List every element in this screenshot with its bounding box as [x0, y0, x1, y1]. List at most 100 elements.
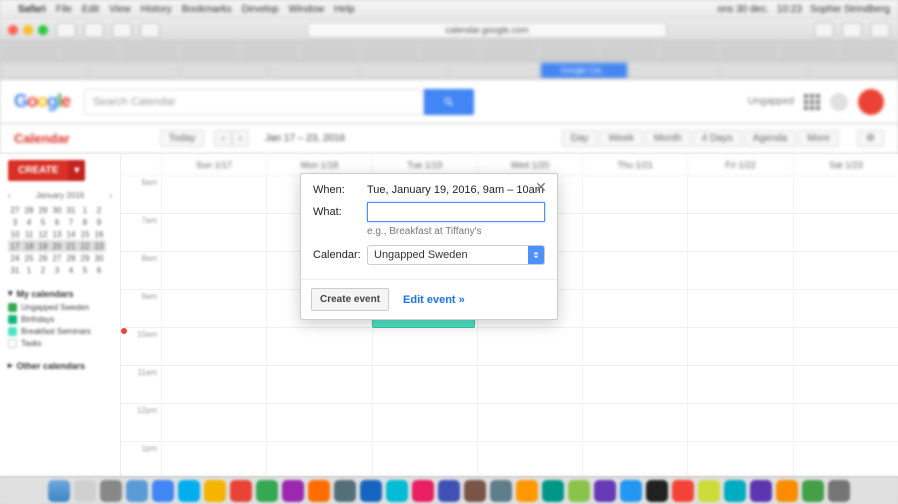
dock-app-icon[interactable] [386, 480, 408, 502]
avatar[interactable] [858, 89, 884, 115]
day-header[interactable]: Thu 1/21 [582, 154, 687, 175]
safari-tab[interactable] [810, 62, 898, 79]
minimize-window-button[interactable] [23, 25, 33, 35]
dock-app-icon[interactable] [74, 480, 96, 502]
dock-app-icon[interactable] [126, 480, 148, 502]
dock-finder-icon[interactable] [48, 480, 70, 502]
view-agenda-button[interactable]: Agenda [744, 130, 796, 147]
dock-app-icon[interactable] [412, 480, 434, 502]
search-input[interactable]: Search Calendar [84, 89, 424, 115]
dock-app-icon[interactable] [360, 480, 382, 502]
dock-app-icon[interactable] [490, 480, 512, 502]
tabs-button[interactable] [870, 22, 890, 38]
chevron-right-icon[interactable]: ▸ [8, 360, 13, 371]
safari-tab[interactable] [630, 62, 718, 79]
close-button[interactable]: ✕ [533, 180, 549, 196]
safari-tab[interactable] [90, 62, 178, 79]
safari-tab[interactable] [360, 62, 448, 79]
today-button[interactable]: Today [160, 130, 205, 147]
menubar-item[interactable]: Window [289, 4, 325, 15]
day-header[interactable]: Sat 1/23 [793, 154, 898, 175]
chevron-down-icon[interactable]: ▾ [8, 288, 13, 299]
dock-app-icon[interactable] [152, 480, 174, 502]
dock-app-icon[interactable] [256, 480, 278, 502]
safari-tab[interactable] [720, 62, 808, 79]
search-button[interactable] [424, 89, 474, 115]
menubar-item[interactable]: History [141, 4, 172, 15]
dock-app-icon[interactable] [464, 480, 486, 502]
calendar-select-button[interactable] [528, 246, 544, 264]
dock-app-icon[interactable] [568, 480, 590, 502]
account-label[interactable]: Ungapped [748, 96, 794, 107]
safari-tab[interactable] [450, 62, 538, 79]
other-calendars-header[interactable]: Other calendars [17, 361, 86, 371]
my-calendars-header[interactable]: My calendars [17, 289, 74, 299]
menubar-item[interactable]: View [109, 4, 131, 15]
view-week-button[interactable]: Week [599, 130, 642, 147]
dock-app-icon[interactable] [100, 480, 122, 502]
calendar-list-item[interactable]: Birthdays [8, 315, 112, 324]
dock-app-icon[interactable] [334, 480, 356, 502]
dock-app-icon[interactable] [438, 480, 460, 502]
what-input[interactable] [367, 202, 545, 222]
dock-app-icon[interactable] [282, 480, 304, 502]
menubar-item[interactable]: Edit [82, 4, 99, 15]
dock-app-icon[interactable] [802, 480, 824, 502]
dock-app-icon[interactable] [646, 480, 668, 502]
view-4days-button[interactable]: 4 Days [693, 130, 742, 147]
mini-cal-next-icon[interactable]: › [109, 191, 112, 200]
address-bar[interactable]: calendar.google.com [307, 22, 667, 38]
safari-tab-active[interactable]: Google Cal... [540, 62, 628, 79]
day-header[interactable]: Tue 1/19 [372, 154, 477, 175]
forward-button[interactable] [112, 22, 132, 38]
safari-tab[interactable] [180, 62, 268, 79]
dock-app-icon[interactable] [542, 480, 564, 502]
dock-app-icon[interactable] [620, 480, 642, 502]
calendar-list-item[interactable]: Ungapped Sweden [8, 303, 112, 312]
calendar-brand[interactable]: Calendar [14, 131, 70, 146]
menubar-item[interactable]: File [56, 4, 72, 15]
dock-app-icon[interactable] [204, 480, 226, 502]
prev-button[interactable]: ‹ [214, 130, 231, 147]
view-month-button[interactable]: Month [645, 130, 691, 147]
create-button[interactable]: CREATE ▾ [8, 160, 85, 181]
edit-event-link[interactable]: Edit event » [403, 294, 465, 306]
dock-app-icon[interactable] [594, 480, 616, 502]
calendar-list-item[interactable]: Tasks [8, 339, 112, 348]
day-header[interactable]: Wed 1/20 [477, 154, 582, 175]
menubar-app[interactable]: Safari [18, 4, 46, 15]
dock-safari-icon[interactable] [178, 480, 200, 502]
day-header[interactable]: Sun 1/17 [161, 154, 266, 175]
create-event-button[interactable]: Create event [311, 288, 389, 311]
dock-app-icon[interactable] [724, 480, 746, 502]
create-dropdown-button[interactable]: ▾ [68, 160, 85, 181]
close-window-button[interactable] [8, 25, 18, 35]
calendar-list-item[interactable]: Breakfast Seminars [8, 327, 112, 336]
dock-app-icon[interactable] [230, 480, 252, 502]
zoom-window-button[interactable] [38, 25, 48, 35]
menubar-item[interactable]: Develop [242, 4, 279, 15]
dock-app-icon[interactable] [776, 480, 798, 502]
reload-button[interactable] [140, 22, 160, 38]
dock-app-icon[interactable] [516, 480, 538, 502]
notifications-icon[interactable] [830, 93, 848, 111]
dock-trash-icon[interactable] [828, 480, 850, 502]
view-more-button[interactable]: More [798, 130, 839, 147]
safari-tab[interactable] [0, 62, 88, 79]
menubar-item[interactable]: Help [334, 4, 355, 15]
dock-app-icon[interactable] [672, 480, 694, 502]
dock-app-icon[interactable] [750, 480, 772, 502]
sidebar-toggle-button[interactable] [56, 22, 76, 38]
menubar-item[interactable]: Bookmarks [182, 4, 232, 15]
apps-icon[interactable] [804, 94, 820, 110]
day-header[interactable]: Fri 1/22 [687, 154, 792, 175]
mini-cal-grid[interactable]: 272829303112 3456789 10111213141516 1718… [8, 204, 106, 276]
share-button[interactable] [842, 22, 862, 38]
mini-calendar[interactable]: ‹ January 2016 › 272829303112 3456789 10… [8, 191, 112, 276]
back-button[interactable] [84, 22, 104, 38]
mini-cal-prev-icon[interactable]: ‹ [8, 191, 11, 200]
dock-app-icon[interactable] [698, 480, 720, 502]
google-logo[interactable]: Google [14, 91, 70, 112]
settings-button[interactable]: ⚙ [857, 130, 884, 147]
next-button[interactable]: › [232, 130, 249, 147]
